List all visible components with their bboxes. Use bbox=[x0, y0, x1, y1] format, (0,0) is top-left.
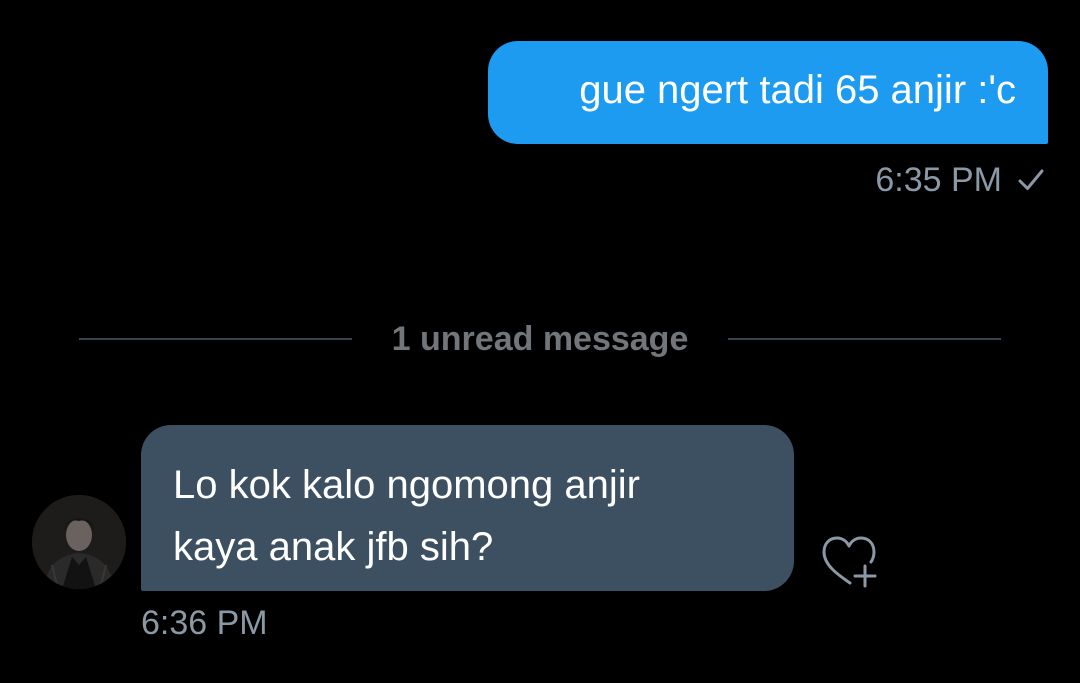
heart-plus-icon[interactable] bbox=[818, 533, 880, 589]
outgoing-message-text: gue ngert tadi 65 anjir :'c bbox=[579, 67, 1016, 112]
outgoing-message-time: 6:35 PM bbox=[875, 160, 1002, 199]
incoming-message-line-2: kaya anak jfb sih? bbox=[173, 525, 494, 570]
incoming-message-bubble[interactable]: Lo kok kalo ngomong anjir kaya anak jfb … bbox=[141, 425, 794, 591]
unread-divider-label: 1 unread message bbox=[391, 319, 689, 358]
avatar[interactable] bbox=[32, 495, 126, 589]
incoming-message-time: 6:36 PM bbox=[141, 604, 268, 642]
divider-line-left bbox=[79, 338, 352, 340]
incoming-message-line-1: Lo kok kalo ngomong anjir bbox=[173, 463, 640, 507]
outgoing-message-meta: 6:35 PM bbox=[875, 158, 1046, 202]
unread-divider: 1 unread message bbox=[79, 316, 1002, 362]
outgoing-message-bubble[interactable]: gue ngert tadi 65 anjir :'c bbox=[488, 41, 1048, 144]
divider-line-right bbox=[728, 338, 1002, 340]
avatar-image bbox=[32, 495, 126, 589]
check-icon bbox=[1018, 169, 1044, 190]
